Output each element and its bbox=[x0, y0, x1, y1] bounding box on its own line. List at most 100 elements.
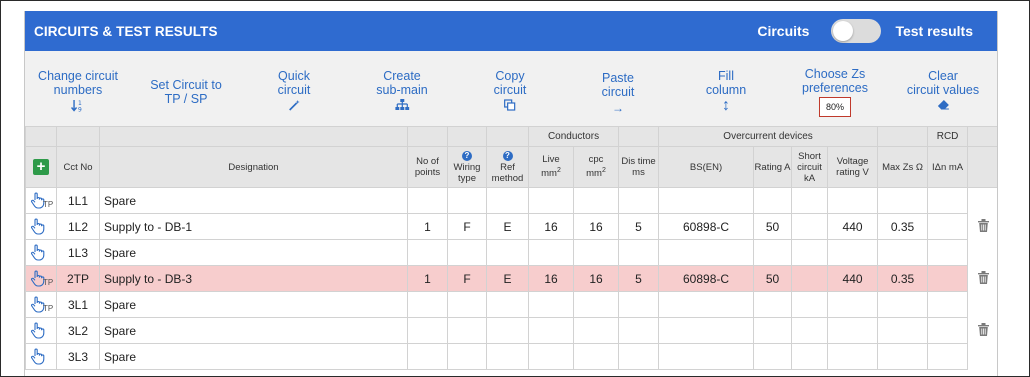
cell-rating[interactable]: 50 bbox=[753, 213, 793, 240]
cell-wiring[interactable]: F bbox=[447, 213, 487, 240]
table-row[interactable]: TP 3L1 Spare bbox=[25, 291, 997, 318]
copy-circuit-button[interactable]: Copy circuit bbox=[494, 69, 526, 113]
pointer-hand-icon[interactable]: TP bbox=[30, 192, 53, 210]
cell-dis[interactable] bbox=[618, 187, 660, 214]
table-row[interactable]: 1L3 Spare bbox=[25, 239, 997, 266]
cell-designation[interactable]: Spare bbox=[99, 239, 408, 266]
trash-icon[interactable] bbox=[978, 322, 990, 339]
row-select-cell[interactable]: TP bbox=[25, 291, 57, 318]
pointer-hand-icon[interactable] bbox=[30, 244, 52, 262]
cell-bs[interactable] bbox=[658, 343, 755, 370]
trash-icon[interactable] bbox=[978, 270, 990, 287]
cell-cpc[interactable] bbox=[572, 187, 620, 214]
cell-designation[interactable]: Spare bbox=[99, 343, 408, 370]
cell-ref[interactable]: E bbox=[486, 265, 529, 292]
cell-idn[interactable] bbox=[927, 213, 969, 240]
cell-wiring[interactable] bbox=[447, 343, 487, 370]
pointer-hand-icon[interactable]: TP bbox=[30, 296, 53, 314]
view-toggle-switch[interactable] bbox=[831, 19, 882, 43]
cell-points[interactable] bbox=[407, 343, 448, 370]
cell-short[interactable] bbox=[791, 265, 829, 292]
row-select-cell[interactable] bbox=[25, 317, 57, 344]
row-select-cell[interactable]: TP bbox=[25, 187, 57, 214]
create-sub-main-button[interactable]: Create sub-main bbox=[376, 69, 428, 113]
cell-maxzs[interactable]: 0.35 bbox=[877, 265, 929, 292]
cell-short[interactable] bbox=[791, 291, 829, 318]
cell-cpc[interactable] bbox=[572, 317, 620, 344]
cell-points[interactable] bbox=[407, 187, 448, 214]
cell-short[interactable] bbox=[791, 187, 829, 214]
cell-ref[interactable] bbox=[486, 317, 529, 344]
cell-live[interactable] bbox=[528, 317, 574, 344]
cell-short[interactable] bbox=[791, 239, 829, 266]
cell-ref[interactable] bbox=[486, 343, 529, 370]
cell-dis[interactable] bbox=[618, 343, 660, 370]
cell-maxzs[interactable] bbox=[877, 239, 929, 266]
cell-bs[interactable] bbox=[658, 239, 755, 266]
cell-points[interactable]: 1 bbox=[407, 213, 448, 240]
cell-live[interactable]: 16 bbox=[528, 265, 574, 292]
quick-circuit-button[interactable]: Quick circuit bbox=[278, 69, 310, 113]
row-select-cell[interactable] bbox=[25, 239, 57, 266]
cell-ref[interactable] bbox=[486, 187, 529, 214]
cell-bs[interactable] bbox=[658, 317, 755, 344]
cell-cpc[interactable] bbox=[572, 291, 620, 318]
cell-wiring[interactable] bbox=[447, 239, 487, 266]
cell-bs[interactable] bbox=[658, 291, 755, 318]
cell-idn[interactable] bbox=[927, 317, 969, 344]
row-select-cell[interactable] bbox=[25, 343, 57, 370]
cell-maxzs[interactable]: 0.35 bbox=[877, 213, 929, 240]
table-row[interactable]: TP 1L1 Spare bbox=[25, 187, 997, 214]
table-row[interactable]: 3L3 Spare bbox=[25, 343, 997, 370]
add-circuit-button[interactable]: + bbox=[33, 159, 49, 175]
help-icon[interactable]: ? bbox=[462, 150, 472, 161]
fill-column-button[interactable]: Fill column ↕ bbox=[706, 69, 746, 114]
cell-voltage[interactable]: 440 bbox=[827, 213, 879, 240]
cell-dis[interactable] bbox=[618, 239, 660, 266]
cell-rating[interactable] bbox=[753, 317, 793, 344]
cell-rating[interactable] bbox=[753, 291, 793, 318]
cell-maxzs[interactable] bbox=[877, 317, 929, 344]
cell-designation[interactable]: Spare bbox=[99, 187, 408, 214]
cell-wiring[interactable] bbox=[447, 187, 487, 214]
cell-points[interactable] bbox=[407, 239, 448, 266]
cell-cpc[interactable]: 16 bbox=[572, 265, 620, 292]
cell-dis[interactable]: 5 bbox=[618, 213, 660, 240]
cell-dis[interactable] bbox=[618, 317, 660, 344]
cell-rating[interactable]: 50 bbox=[753, 265, 793, 292]
cell-live[interactable] bbox=[528, 187, 574, 214]
cell-cpc[interactable]: 16 bbox=[572, 213, 620, 240]
cell-maxzs[interactable] bbox=[877, 343, 929, 370]
pointer-hand-icon[interactable] bbox=[30, 218, 52, 236]
cell-designation[interactable]: Spare bbox=[99, 291, 408, 318]
cell-ref[interactable] bbox=[486, 291, 529, 318]
pointer-hand-icon[interactable]: TP bbox=[30, 270, 53, 288]
cell-cpc[interactable] bbox=[572, 239, 620, 266]
cell-idn[interactable] bbox=[927, 265, 969, 292]
cell-rating[interactable] bbox=[753, 187, 793, 214]
row-select-cell[interactable] bbox=[25, 213, 57, 240]
paste-circuit-button[interactable]: Paste circuit → bbox=[602, 71, 635, 115]
cell-voltage[interactable] bbox=[827, 291, 879, 318]
row-select-cell[interactable]: TP bbox=[25, 265, 57, 292]
cell-live[interactable] bbox=[528, 291, 574, 318]
cell-ref[interactable]: E bbox=[486, 213, 529, 240]
cell-ref[interactable] bbox=[486, 239, 529, 266]
choose-zs-preferences-button[interactable]: Choose Zs preferences 80% bbox=[802, 67, 868, 117]
pointer-hand-icon[interactable] bbox=[30, 322, 52, 340]
cell-rating[interactable] bbox=[753, 343, 793, 370]
cell-points[interactable] bbox=[407, 317, 448, 344]
cell-voltage[interactable] bbox=[827, 343, 879, 370]
cell-bs[interactable]: 60898-C bbox=[658, 213, 755, 240]
cell-maxzs[interactable] bbox=[877, 187, 929, 214]
cell-short[interactable] bbox=[791, 343, 829, 370]
cell-rating[interactable] bbox=[753, 239, 793, 266]
cell-voltage[interactable] bbox=[827, 239, 879, 266]
cell-live[interactable] bbox=[528, 239, 574, 266]
cell-wiring[interactable] bbox=[447, 317, 487, 344]
cell-voltage[interactable] bbox=[827, 187, 879, 214]
cell-live[interactable] bbox=[528, 343, 574, 370]
set-circuit-tp-sp-button[interactable]: Set Circuit to TP / SP bbox=[150, 78, 222, 106]
cell-dis[interactable]: 5 bbox=[618, 265, 660, 292]
cell-wiring[interactable] bbox=[447, 291, 487, 318]
